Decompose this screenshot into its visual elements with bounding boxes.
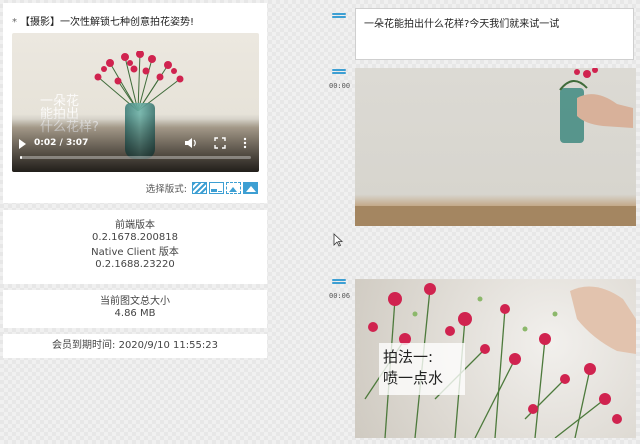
layout-dashed-image-icon[interactable] [226, 182, 241, 194]
video-player[interactable]: 一朵花 能拍出 什么花样? 0:02 / 3:07 [12, 33, 259, 172]
text-block[interactable]: 一朵花能拍出什么花样?今天我们就来试一试 [355, 8, 634, 60]
total-size-card: 当前图文总大小 4.86 MB [3, 290, 267, 328]
volume-icon[interactable] [184, 137, 198, 149]
image-1-drag-handle[interactable] [332, 69, 346, 74]
video-controls: 0:02 / 3:07 [12, 132, 259, 172]
image-caption-line-1: 拍法一: [383, 348, 434, 366]
layout-selector: 选择版式: [146, 181, 258, 195]
version-info-card: 前端版本 0.2.1678.200818 Native Client 版本 0.… [3, 210, 267, 284]
frontend-version-value: 0.2.1678.200818 [92, 232, 178, 243]
article-video-card: *【摄影】一次性解锁七种创意拍花姿势! 一朵花 能拍出 什么花样? 0:02 /… [3, 3, 267, 203]
vase-hand-photo [355, 68, 636, 226]
frontend-version-label: 前端版本 [115, 220, 155, 231]
native-client-version-value: 0.2.1688.23220 [95, 259, 175, 270]
article-title: * 【摄影】一次性解锁七种创意拍花姿势! [12, 13, 194, 28]
article-title-text: 【摄影】一次性解锁七种创意拍花姿势! [20, 17, 195, 28]
text-block-drag-handle[interactable] [332, 13, 346, 18]
image-caption-box: 拍法一: 喷一点水 [379, 343, 465, 395]
image-caption-line-2: 喷一点水 [383, 369, 444, 387]
fullscreen-icon[interactable] [214, 137, 226, 149]
video-progress-fill [20, 156, 23, 159]
membership-expiry-text: 会员到期时间: 2020/9/10 11:55:23 [52, 340, 218, 351]
image-block-flowers-spray[interactable]: 拍法一: 喷一点水 [355, 279, 636, 438]
flower-bouquet-image [94, 51, 184, 111]
text-block-content: 一朵花能拍出什么花样?今天我们就来试一试 [364, 19, 560, 30]
layout-stripes-icon[interactable] [192, 182, 207, 194]
video-progress-bar[interactable] [20, 156, 251, 159]
image-1-timestamp: 00:00 [329, 82, 351, 90]
layout-caption-icon[interactable] [209, 182, 224, 194]
layout-mountain-icon[interactable] [243, 182, 258, 194]
image-2-drag-handle[interactable] [332, 279, 346, 284]
native-client-version-label: Native Client 版本 [91, 247, 179, 258]
total-size-label: 当前图文总大小 [100, 296, 170, 307]
play-icon[interactable] [19, 139, 26, 149]
title-star: * [12, 17, 17, 28]
image-block-vase-hand[interactable] [355, 68, 636, 226]
more-options-icon[interactable] [243, 137, 247, 149]
layout-label: 选择版式: [145, 184, 187, 195]
mouse-cursor-icon [333, 233, 343, 247]
membership-card: 会员到期时间: 2020/9/10 11:55:23 [3, 334, 267, 358]
video-time: 0:02 / 3:07 [34, 138, 89, 148]
image-2-timestamp: 00:06 [329, 292, 351, 300]
total-size-value: 4.86 MB [114, 308, 156, 319]
